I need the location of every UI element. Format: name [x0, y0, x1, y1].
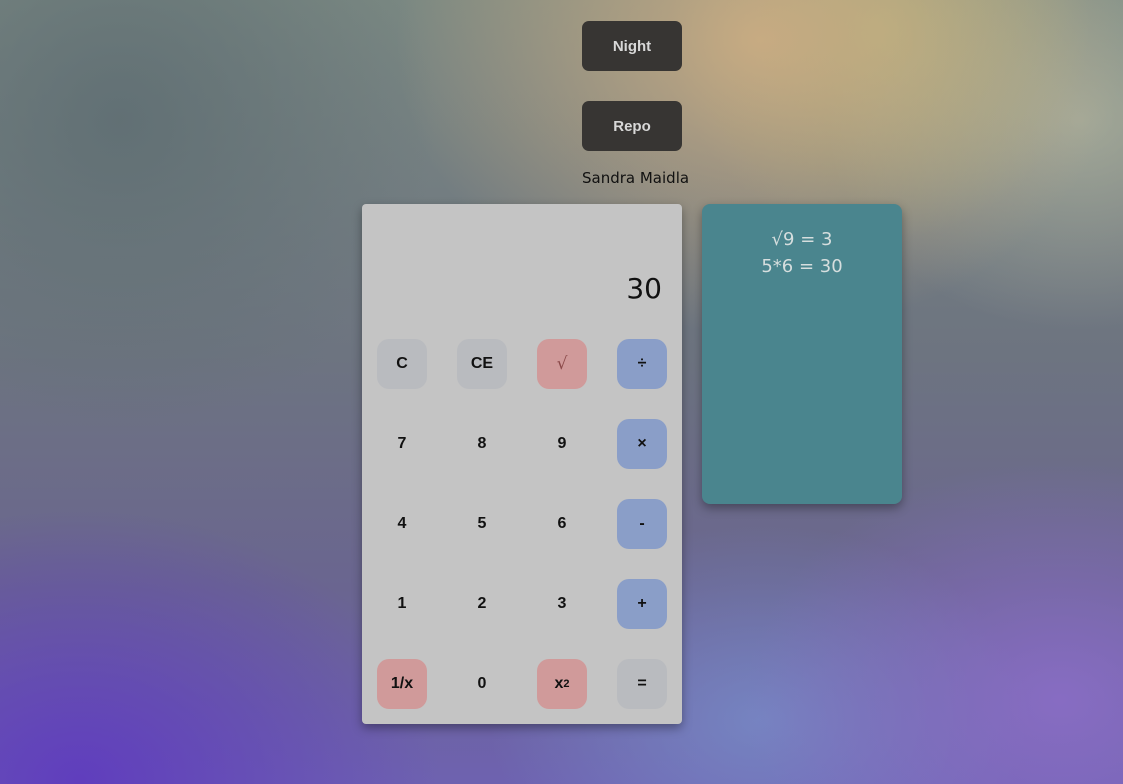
digit-8-button[interactable]: 8 — [457, 419, 507, 469]
clear-entry-button[interactable]: CE — [457, 339, 507, 389]
divide-button[interactable]: ÷ — [617, 339, 667, 389]
digit-9-button[interactable]: 9 — [537, 419, 587, 469]
digit-2-button[interactable]: 2 — [457, 579, 507, 629]
history-panel: √9 = 3 5*6 = 30 — [702, 204, 902, 504]
digit-3-button[interactable]: 3 — [537, 579, 587, 629]
multiply-button[interactable]: × — [617, 419, 667, 469]
square-button[interactable]: x2 — [537, 659, 587, 709]
digit-1-button[interactable]: 1 — [377, 579, 427, 629]
clear-button[interactable]: C — [377, 339, 427, 389]
calculator-display: 30 — [626, 272, 662, 305]
add-button[interactable]: + — [617, 579, 667, 629]
digit-0-button[interactable]: 0 — [457, 659, 507, 709]
calculator: 30 C CE √ ÷ 7 8 9 × 4 5 6 - 1 2 3 + 1/x … — [362, 204, 682, 724]
author-name: Sandra Maidla — [582, 169, 690, 187]
repo-button[interactable]: Repo — [582, 101, 682, 151]
history-entry: √9 = 3 — [771, 229, 833, 250]
digit-5-button[interactable]: 5 — [457, 499, 507, 549]
digit-7-button[interactable]: 7 — [377, 419, 427, 469]
keypad: C CE √ ÷ 7 8 9 × 4 5 6 - 1 2 3 + 1/x 0 x… — [377, 339, 667, 709]
subtract-button[interactable]: - — [617, 499, 667, 549]
history-entry: 5*6 = 30 — [761, 256, 843, 277]
equals-button[interactable]: = — [617, 659, 667, 709]
square-root-button[interactable]: √ — [537, 339, 587, 389]
reciprocal-button[interactable]: 1/x — [377, 659, 427, 709]
digit-6-button[interactable]: 6 — [537, 499, 587, 549]
night-mode-button[interactable]: Night — [582, 21, 682, 71]
digit-4-button[interactable]: 4 — [377, 499, 427, 549]
square-button-base: x — [554, 675, 564, 692]
